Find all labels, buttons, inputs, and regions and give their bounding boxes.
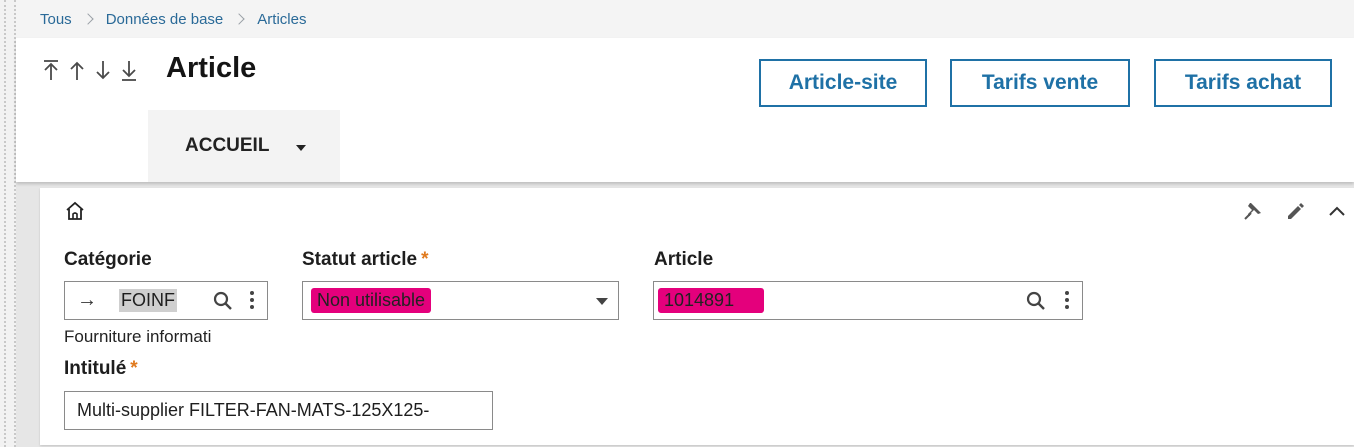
pin-icon[interactable] bbox=[1242, 200, 1264, 222]
more-options-icon[interactable] bbox=[249, 291, 255, 309]
categorie-description: Fourniture informati bbox=[64, 327, 212, 346]
tab-accueil[interactable]: ACCUEIL bbox=[148, 110, 340, 182]
collapse-icon[interactable] bbox=[1326, 200, 1348, 222]
breadcrumb-item-tous[interactable]: Tous bbox=[40, 11, 72, 28]
search-icon[interactable] bbox=[1026, 291, 1046, 311]
intitule-input[interactable]: Multi-supplier FILTER-FAN-MATS-125X125- bbox=[64, 391, 493, 430]
required-marker: * bbox=[421, 249, 429, 270]
page-header: Article Article-site Tarifs vente Tarifs… bbox=[16, 38, 1354, 182]
caret-down-icon[interactable] bbox=[296, 144, 307, 151]
statut-article-label: Statut article * bbox=[302, 249, 429, 271]
tarifs-vente-button[interactable]: Tarifs vente bbox=[950, 59, 1130, 107]
tarifs-achat-button[interactable]: Tarifs achat bbox=[1154, 59, 1332, 107]
tab-accueil-label: ACCUEIL bbox=[185, 135, 270, 156]
breadcrumb: Tous Données de base Articles bbox=[16, 0, 1354, 38]
edit-icon[interactable] bbox=[1284, 200, 1306, 222]
page-title: Article bbox=[166, 52, 257, 84]
statut-article-select[interactable]: Non utilisable bbox=[302, 281, 619, 320]
next-record-icon[interactable] bbox=[94, 58, 112, 86]
last-record-icon[interactable] bbox=[120, 58, 138, 86]
first-record-icon[interactable] bbox=[42, 58, 60, 86]
search-icon[interactable] bbox=[213, 291, 233, 311]
categorie-value: FOINF bbox=[119, 289, 177, 312]
intitule-value: Multi-supplier FILTER-FAN-MATS-125X125- bbox=[77, 400, 430, 420]
left-gutter bbox=[0, 0, 16, 447]
categorie-label: Catégorie bbox=[64, 249, 152, 270]
intitule-label-text: Intitulé bbox=[64, 358, 127, 379]
article-site-button[interactable]: Article-site bbox=[759, 59, 927, 107]
previous-record-icon[interactable] bbox=[68, 58, 86, 86]
breadcrumb-item-donnees-de-base[interactable]: Données de base bbox=[106, 11, 224, 28]
dropdown-caret-icon[interactable] bbox=[596, 298, 608, 305]
more-options-icon[interactable] bbox=[1064, 291, 1070, 309]
statut-article-value: Non utilisable bbox=[311, 288, 432, 313]
chevron-right-icon bbox=[82, 13, 94, 25]
required-marker: * bbox=[130, 358, 138, 379]
article-section: Catégorie → FOINF Fourniture informati S… bbox=[40, 188, 1354, 445]
article-label: Article bbox=[654, 249, 714, 270]
article-field[interactable]: 1014891 bbox=[653, 281, 1083, 320]
home-icon[interactable] bbox=[64, 200, 86, 222]
record-navigation bbox=[42, 58, 138, 86]
statut-article-label-text: Statut article bbox=[302, 249, 418, 270]
arrow-right-icon[interactable]: → bbox=[77, 289, 107, 312]
intitule-label: Intitulé * bbox=[64, 358, 138, 380]
breadcrumb-item-articles[interactable]: Articles bbox=[257, 11, 306, 28]
article-value: 1014891 bbox=[658, 288, 765, 313]
categorie-field[interactable]: → FOINF bbox=[64, 281, 268, 320]
chevron-right-icon bbox=[233, 13, 245, 25]
